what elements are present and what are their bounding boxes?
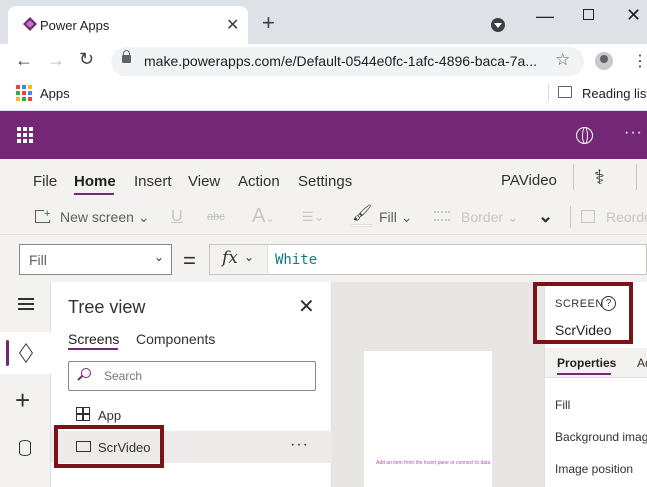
environment-globe-icon[interactable] — [576, 127, 593, 144]
fx-icon[interactable]: fx — [222, 248, 238, 268]
powerapps-logo-icon — [23, 17, 37, 31]
chevron-down-icon[interactable]: ⌄ — [154, 250, 164, 264]
app-name: PAVideo — [501, 172, 557, 189]
border-label: Border — [461, 209, 504, 225]
tab-properties[interactable]: Properties — [557, 356, 616, 370]
maximize-icon[interactable] — [583, 9, 594, 20]
browser-menu-icon[interactable]: ⋮ — [632, 51, 647, 71]
font-size-icon[interactable]: A⌄ — [252, 205, 275, 228]
fill-bucket-icon[interactable]: 🖌 — [352, 203, 372, 223]
active-tab-indicator — [557, 373, 611, 375]
bookmarks-bar — [0, 80, 647, 111]
rail-active-indicator — [6, 340, 9, 366]
menu-settings[interactable]: Settings — [298, 173, 352, 190]
data-cylinder-icon[interactable] — [19, 440, 31, 456]
strikethrough-icon[interactable]: abc — [207, 211, 225, 223]
profile-avatar-icon[interactable] — [595, 52, 613, 70]
new-screen-button[interactable]: New screen ⌄ — [60, 209, 150, 226]
tab-search-icon[interactable] — [491, 18, 505, 32]
app-grid-icon — [76, 407, 90, 421]
menu-home[interactable]: Home — [74, 173, 116, 190]
formula-text[interactable]: White — [275, 252, 317, 268]
underline-icon[interactable]: U — [171, 208, 183, 226]
ribbon-expand-chevron-icon[interactable]: ⌄ — [538, 206, 553, 227]
chevron-down-icon[interactable]: ⌄ — [244, 250, 254, 264]
equals-sign: = — [183, 248, 196, 273]
back-arrow-icon[interactable]: ← — [15, 50, 33, 71]
menu-divider — [636, 164, 637, 190]
tab-advanced[interactable]: Ad — [637, 356, 647, 370]
search-input[interactable] — [104, 369, 304, 383]
canvas-placeholder-text: Add an item from the Insert pane or conn… — [376, 460, 491, 466]
bookmark-star-icon[interactable]: ☆ — [555, 50, 570, 70]
app-checker-stethoscope-icon[interactable]: ⚕ — [594, 165, 605, 190]
search-icon — [81, 368, 91, 378]
reload-icon[interactable]: ↻ — [79, 49, 94, 70]
fill-color-swatch — [350, 224, 372, 227]
app-launcher-icon[interactable] — [17, 127, 33, 143]
active-menu-indicator — [74, 193, 114, 195]
tab-components[interactable]: Components — [136, 331, 215, 347]
property-fill[interactable]: Fill — [555, 398, 570, 412]
border-icon[interactable] — [434, 211, 450, 221]
new-screen-label: New screen — [60, 209, 134, 225]
menu-divider — [573, 164, 574, 190]
chevron-down-icon: ⌄ — [506, 209, 519, 225]
menu-insert[interactable]: Insert — [134, 173, 172, 190]
minimize-icon[interactable]: — — [536, 6, 554, 27]
url-text[interactable]: make.powerapps.com/e/Default-0544e0fc-1a… — [144, 53, 537, 69]
more-options-icon[interactable]: ··· — [290, 436, 309, 454]
menu-file[interactable]: File — [33, 173, 57, 190]
window-close-icon[interactable]: ✕ — [626, 5, 641, 26]
tab-close-icon[interactable]: ✕ — [226, 15, 239, 35]
powerapps-header — [0, 111, 647, 159]
function-button[interactable] — [210, 245, 268, 274]
tab-title: Power Apps — [40, 18, 110, 33]
tab-screens[interactable]: Screens — [68, 331, 119, 347]
property-background-image[interactable]: Background image — [555, 430, 647, 444]
reorder-button[interactable]: Reorde — [606, 209, 647, 225]
chevron-down-icon: ⌄ — [137, 209, 150, 225]
chevron-down-icon: ⌄ — [400, 209, 413, 225]
active-tab-indicator — [68, 348, 118, 350]
property-value: Fill — [29, 252, 47, 268]
hamburger-menu-icon[interactable] — [18, 298, 34, 310]
screen-artboard[interactable] — [364, 351, 492, 487]
insert-plus-icon[interactable]: + — [15, 387, 30, 413]
forward-arrow-icon[interactable]: → — [47, 50, 65, 71]
fill-label: Fill — [379, 209, 397, 225]
ribbon-divider — [570, 206, 571, 228]
apps-bookmark[interactable]: Apps — [40, 86, 70, 101]
new-screen-icon[interactable] — [35, 209, 51, 223]
reorder-icon[interactable] — [581, 210, 595, 223]
border-button[interactable]: Border ⌄ — [461, 209, 519, 226]
reading-list-link[interactable]: Reading list — [582, 86, 647, 101]
apps-grid-icon[interactable] — [16, 85, 32, 101]
new-tab-icon[interactable]: + — [262, 12, 275, 34]
header-more-icon[interactable]: ··· — [624, 124, 643, 142]
annotation-highlight-box — [54, 425, 164, 468]
tree-view-title: Tree view — [68, 297, 146, 317]
lock-icon[interactable] — [122, 50, 131, 63]
text-align-icon[interactable]: ☰⌄ — [302, 209, 325, 225]
menu-view[interactable]: View — [188, 173, 220, 190]
fill-button[interactable]: Fill ⌄ — [379, 209, 413, 226]
property-image-position[interactable]: Image position — [555, 462, 633, 476]
bookmarks-divider — [548, 84, 549, 102]
close-icon[interactable]: ✕ — [298, 294, 315, 319]
reading-list-icon[interactable] — [558, 86, 572, 98]
menu-action[interactable]: Action — [238, 173, 280, 190]
annotation-highlight-box — [533, 282, 633, 344]
tree-item-app[interactable]: App — [98, 408, 121, 423]
